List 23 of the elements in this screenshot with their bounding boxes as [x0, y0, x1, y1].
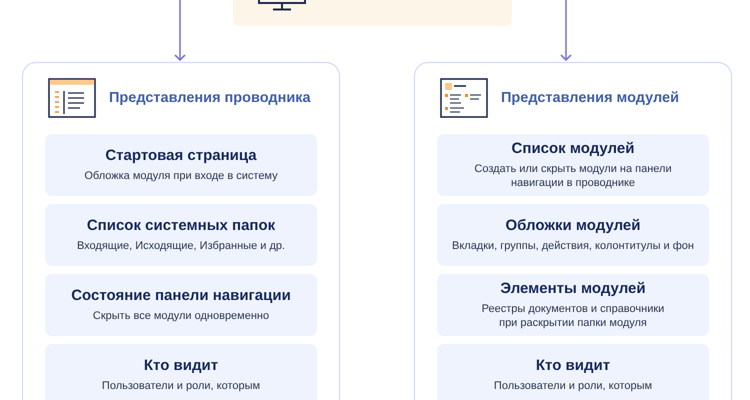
card-description: Обложка модуля при входе в систему — [84, 170, 278, 184]
card-title: Состояние панели навигации — [71, 286, 291, 304]
card-description: Скрыть все модули одновременно — [92, 310, 270, 324]
arrow — [174, 0, 186, 62]
card-title: Кто видит — [144, 356, 218, 374]
arrow — [560, 0, 572, 62]
card-title: Элементы модулей — [500, 280, 646, 297]
card-title: Кто видит — [536, 356, 610, 374]
card-description: Пользователи и роли, которым — [494, 380, 652, 394]
card-title: Обложки модулей — [506, 216, 640, 234]
card-title: Список модулей — [512, 140, 634, 157]
list-window-icon — [48, 78, 96, 118]
card-description: Вкладки, группы, действия, колонтитулы и фон — [452, 240, 694, 254]
card-title: Список системных папок — [86, 216, 276, 234]
card-description: Создать или скрыть модули на панели навигации в проводнике — [474, 162, 672, 190]
card-description: Входящие, Исходящие, Избранные и др. — [76, 240, 286, 254]
document-window-icon — [440, 78, 488, 118]
panel-title: Представления проводника — [109, 90, 311, 106]
card-description: Пользователи и роли, которым — [102, 380, 260, 394]
monitor-icon — [257, 0, 307, 11]
card-description: Реестры документов и справочники при раскрытии папки модуля — [482, 302, 664, 330]
panel-title: Представления модулей — [501, 90, 680, 106]
card-title: Стартовая страница — [105, 146, 257, 164]
